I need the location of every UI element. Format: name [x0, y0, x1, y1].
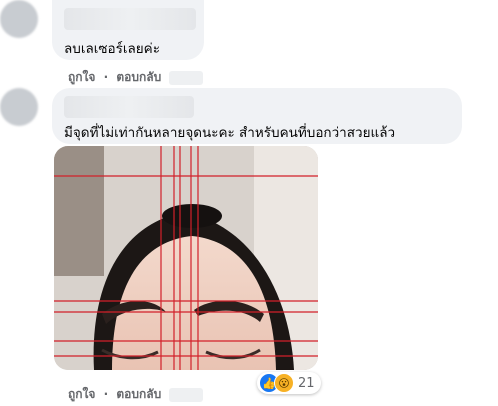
timestamp[interactable]	[169, 70, 204, 85]
reaction-count: 21	[298, 375, 315, 391]
comment-text: มีจุดที่ไม่เท่ากันหลายจุดนะคะ สำหรับคนที…	[64, 125, 396, 141]
comment-text: ลบเลเซอร์เลยค่ะ	[64, 41, 160, 57]
commenter-name[interactable]	[64, 96, 194, 118]
wow-icon: 😮	[274, 373, 294, 393]
comment-photo[interactable]	[54, 146, 318, 370]
reply-link[interactable]: ตอบกลับ	[116, 387, 161, 401]
avatar[interactable]	[0, 88, 38, 126]
timestamp[interactable]	[169, 387, 204, 402]
separator: ·	[103, 387, 109, 401]
commenter-name[interactable]	[64, 8, 196, 30]
comment-actions: ถูกใจ · ตอบกลับ	[68, 385, 204, 404]
like-link[interactable]: ถูกใจ	[68, 387, 95, 401]
reply-link[interactable]: ตอบกลับ	[116, 70, 161, 84]
reaction-summary[interactable]: 👍 😮 21	[257, 372, 321, 394]
separator: ·	[103, 70, 109, 84]
comment-actions: ถูกใจ · ตอบกลับ	[68, 68, 204, 87]
like-link[interactable]: ถูกใจ	[68, 70, 95, 84]
avatar[interactable]	[0, 0, 38, 38]
